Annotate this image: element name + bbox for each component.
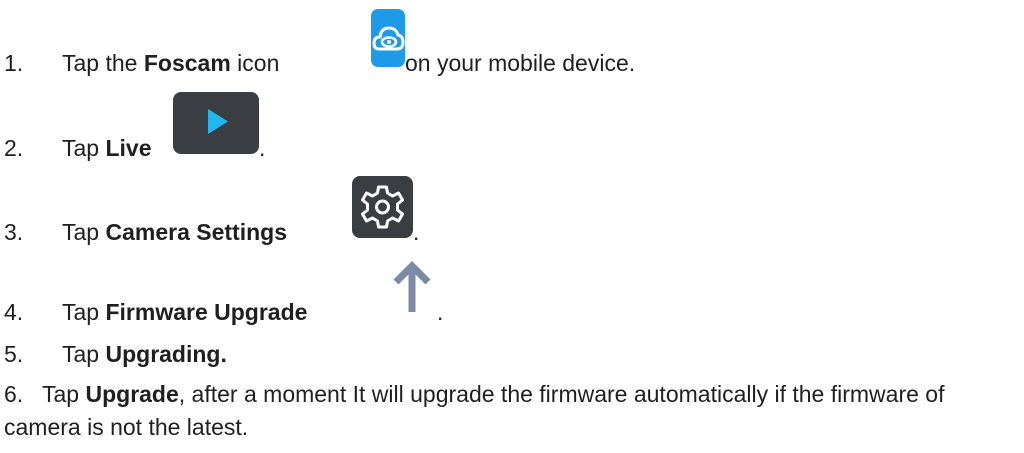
gear-icon xyxy=(352,176,413,238)
step-bold-label: Upgrade xyxy=(85,381,179,407)
step-text-pre: Tap xyxy=(62,219,106,245)
up-arrow-icon xyxy=(392,260,432,312)
step-number: 6. xyxy=(4,381,24,407)
step-number: 1. xyxy=(4,50,24,76)
play-icon xyxy=(173,92,259,154)
step-number: 4. xyxy=(4,299,24,325)
step-bold-label: Firmware Upgrade xyxy=(105,299,308,325)
step-text-after-icon: . xyxy=(437,299,444,325)
step-text-pre: Tap xyxy=(62,299,106,325)
step-text-pre: Tap xyxy=(62,135,106,161)
step-text-pre: Tap xyxy=(42,381,86,407)
step-bold-label: Upgrading. xyxy=(105,341,227,367)
step-bold-label: Foscam xyxy=(143,50,231,76)
step-5: 5. Tap Upgrading. xyxy=(4,340,227,368)
step-1-after: on your mobile device. xyxy=(405,49,635,77)
step-text-after-icon: on your mobile device. xyxy=(405,50,636,76)
step-number: 2. xyxy=(4,135,24,161)
step-text-pre: Tap xyxy=(62,341,106,367)
step-text-pre: Tap the xyxy=(62,50,144,76)
step-3: 3. Tap Camera Settings xyxy=(4,218,287,246)
step-text-after-icon: . xyxy=(259,135,266,161)
step-number: 3. xyxy=(4,219,24,245)
step-text-post: icon xyxy=(230,50,280,76)
step-2-after: . xyxy=(259,134,265,162)
step-4: 4. Tap Firmware Upgrade xyxy=(4,298,307,326)
step-text-after-icon: . xyxy=(413,219,420,245)
step-bold-label: Camera Settings xyxy=(105,219,287,245)
foscam-cloud-icon xyxy=(371,9,405,67)
step-bold-label: Live xyxy=(105,135,152,161)
step-6: 6. Tap Upgrade, after a moment It will up… xyxy=(4,378,1022,444)
step-3-after: . xyxy=(413,218,419,246)
step-2: 2. Tap Live xyxy=(4,134,152,162)
step-number: 5. xyxy=(4,341,24,367)
step-1: 1. Tap the Foscam icon xyxy=(4,49,279,77)
step-4-after: . xyxy=(437,298,443,326)
